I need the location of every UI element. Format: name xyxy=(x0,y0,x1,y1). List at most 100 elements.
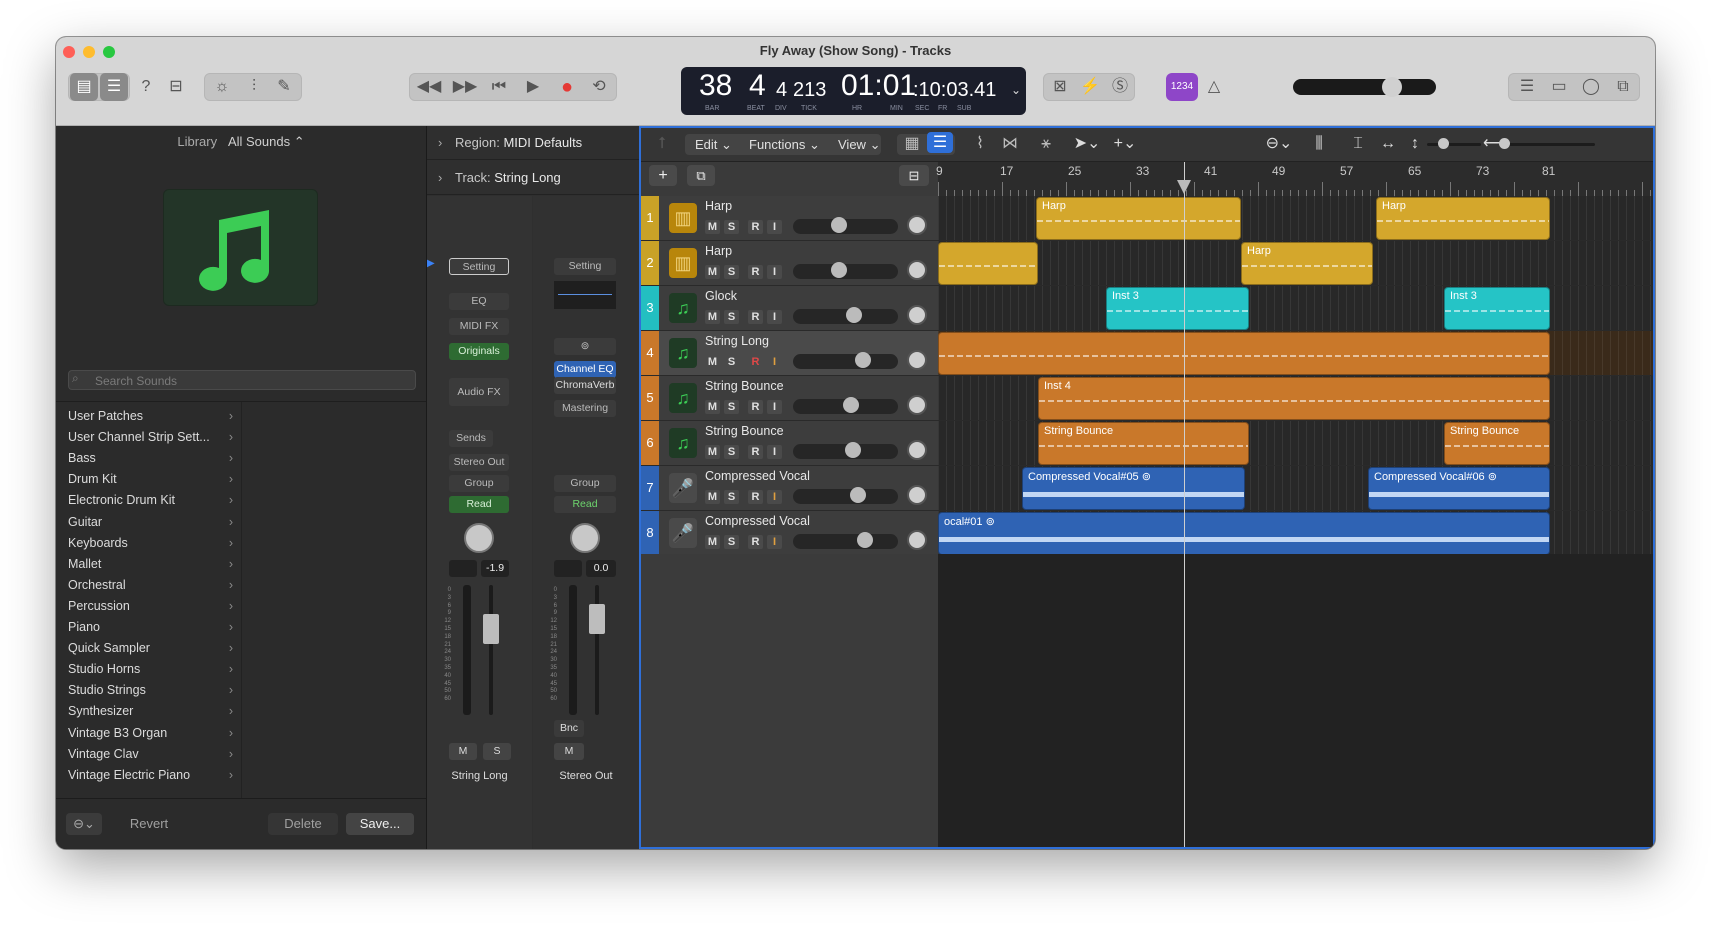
vertical-zoom-slider[interactable] xyxy=(1427,143,1481,146)
instrument-slot[interactable]: Originals xyxy=(449,343,509,360)
solo-button[interactable]: S xyxy=(724,310,739,324)
search-sounds-input[interactable]: Search Sounds xyxy=(68,370,416,390)
secondary-tool-icon[interactable]: +⌄ xyxy=(1107,130,1143,158)
input-monitor-button[interactable]: I xyxy=(767,535,782,549)
track-header[interactable]: 2 ▥ Harp M S R I xyxy=(641,241,938,286)
input-monitor-button[interactable]: I xyxy=(767,220,782,234)
library-category-item[interactable]: Studio Strings › xyxy=(56,680,241,701)
mute-button[interactable]: M xyxy=(705,220,720,234)
midi-region[interactable] xyxy=(938,332,1550,375)
group-slot[interactable]: Group xyxy=(554,475,616,492)
track-name[interactable]: String Bounce xyxy=(705,379,784,393)
midi-region[interactable]: String Bounce xyxy=(1038,422,1249,465)
track-header[interactable]: 5 ♫ String Bounce M S R I xyxy=(641,376,938,421)
midi-region[interactable]: Inst 3 xyxy=(1106,287,1249,330)
solo-button[interactable]: S xyxy=(724,265,739,279)
record-enable-button[interactable]: R xyxy=(748,445,763,459)
bounce-button[interactable]: Bnc xyxy=(554,720,584,737)
record-enable-button[interactable]: R xyxy=(748,310,763,324)
record-icon[interactable]: ● xyxy=(552,73,582,101)
functions-menu[interactable]: Functions ⌄ xyxy=(749,134,820,155)
record-enable-button[interactable]: R xyxy=(748,400,763,414)
lcd-display[interactable]: 38 4 4 213 01:01 :10:03.41 BAR BEAT DIV … xyxy=(681,67,1026,115)
flex-icon[interactable]: ⋈ xyxy=(997,130,1023,158)
track-volume-knob[interactable] xyxy=(857,532,873,548)
eq-slot[interactable]: EQ xyxy=(449,293,509,310)
link-icon[interactable]: ⊚ xyxy=(554,338,616,355)
audio-region[interactable]: ocal#01 ⊚ xyxy=(938,512,1550,555)
library-category-item[interactable]: Piano › xyxy=(56,617,241,638)
microphone-icon[interactable]: 🎤 xyxy=(669,473,697,503)
record-enable-button[interactable]: R xyxy=(748,355,763,369)
input-monitor-button[interactable]: I xyxy=(767,490,782,504)
global-tracks-icon[interactable]: ⊟ xyxy=(899,165,929,186)
solo-button[interactable]: S xyxy=(724,220,739,234)
track-pan-knob[interactable] xyxy=(907,530,927,550)
music-note-icon[interactable]: ♫ xyxy=(669,338,697,368)
midi-region[interactable]: Inst 4 xyxy=(1038,377,1550,420)
solo-button[interactable]: S xyxy=(724,355,739,369)
midi-region[interactable]: String Bounce xyxy=(1444,422,1550,465)
track-pan-knob[interactable] xyxy=(907,305,927,325)
save-button[interactable]: Save... xyxy=(346,813,414,835)
track-volume-slider[interactable] xyxy=(793,354,898,369)
keyboard-icon[interactable]: ▥ xyxy=(669,248,697,278)
vertical-fit-icon[interactable]: ⌶ xyxy=(1345,130,1371,158)
music-note-icon[interactable]: ♫ xyxy=(669,293,697,323)
vertical-zoom-icon[interactable]: ↕ xyxy=(1405,130,1425,158)
snap-menu-icon[interactable]: ⊖⌄ xyxy=(1261,130,1297,158)
track-name[interactable]: Compressed Vocal xyxy=(705,514,810,528)
browsers-icon[interactable]: ⧉ xyxy=(1608,73,1638,101)
track-header[interactable]: 1 ▥ Harp M S R I xyxy=(641,196,938,241)
pan-knob[interactable] xyxy=(464,523,494,553)
edit-menu[interactable]: Edit ⌄ xyxy=(695,134,732,155)
channel-eq-plugin[interactable]: Channel EQ xyxy=(554,361,616,378)
input-monitor-button[interactable]: I xyxy=(767,355,782,369)
replace-icon[interactable]: ⚡ xyxy=(1076,73,1104,101)
input-monitor-button[interactable]: I xyxy=(767,265,782,279)
playhead[interactable] xyxy=(1184,162,1185,847)
rewind-icon[interactable]: ◀◀ xyxy=(414,73,444,101)
automation-mode[interactable]: Read xyxy=(449,496,509,513)
toolbar-icon[interactable]: ⊟ xyxy=(162,73,190,101)
waveform-zoom-icon[interactable]: ⫼ xyxy=(1305,130,1333,158)
track-volume-knob[interactable] xyxy=(831,262,847,278)
library-category-item[interactable]: Synthesizer › xyxy=(56,701,241,722)
master-volume-knob[interactable] xyxy=(1382,77,1402,97)
midi-fx-slot[interactable]: MIDI FX xyxy=(449,318,509,335)
record-enable-button[interactable]: R xyxy=(748,490,763,504)
mute-button[interactable]: M xyxy=(705,490,720,504)
mute-button[interactable]: M xyxy=(554,743,584,760)
pointer-tool-icon[interactable]: ➤⌄ xyxy=(1069,130,1105,158)
music-note-icon[interactable]: ♫ xyxy=(669,383,697,413)
track-name[interactable]: Harp xyxy=(705,244,732,258)
mute-button[interactable]: M xyxy=(705,310,720,324)
play-icon[interactable]: ▶ xyxy=(518,73,548,101)
setting-button[interactable]: Setting xyxy=(449,258,509,275)
solo-mode-icon[interactable]: Ⓢ xyxy=(1106,73,1134,101)
smart-controls-icon[interactable]: ☼ xyxy=(208,73,236,101)
track-volume-knob[interactable] xyxy=(843,397,859,413)
loop-browser-icon[interactable]: ◯ xyxy=(1576,73,1606,101)
library-category-item[interactable]: Vintage B3 Organ › xyxy=(56,723,241,744)
track-pan-knob[interactable] xyxy=(907,440,927,460)
mixer-icon[interactable]: ⫶ xyxy=(240,73,268,101)
pan-knob[interactable] xyxy=(570,523,600,553)
tracks-view-icon[interactable]: ☰ xyxy=(927,132,953,153)
library-category-item[interactable]: Electronic Drum Kit › xyxy=(56,490,241,511)
track-volume-slider[interactable] xyxy=(793,489,898,504)
automation-mode[interactable]: Read xyxy=(554,496,616,513)
library-category-item[interactable]: Vintage Clav › xyxy=(56,744,241,765)
chromaverb-plugin[interactable]: ChromaVerb xyxy=(554,377,616,394)
solo-button[interactable]: S xyxy=(724,535,739,549)
mute-button[interactable]: M xyxy=(449,743,477,760)
track-name[interactable]: String Long xyxy=(705,334,769,348)
track-name[interactable]: String Bounce xyxy=(705,424,784,438)
catch-icon[interactable]: ⚹ xyxy=(1033,130,1059,158)
track-pan-knob[interactable] xyxy=(907,350,927,370)
track-header[interactable]: 7 🎤 Compressed Vocal M S R I xyxy=(641,466,938,511)
solo-button[interactable]: S xyxy=(724,445,739,459)
track-volume-knob[interactable] xyxy=(831,217,847,233)
midi-region[interactable]: Inst 3 xyxy=(1444,287,1550,330)
mute-button[interactable]: M xyxy=(705,400,720,414)
